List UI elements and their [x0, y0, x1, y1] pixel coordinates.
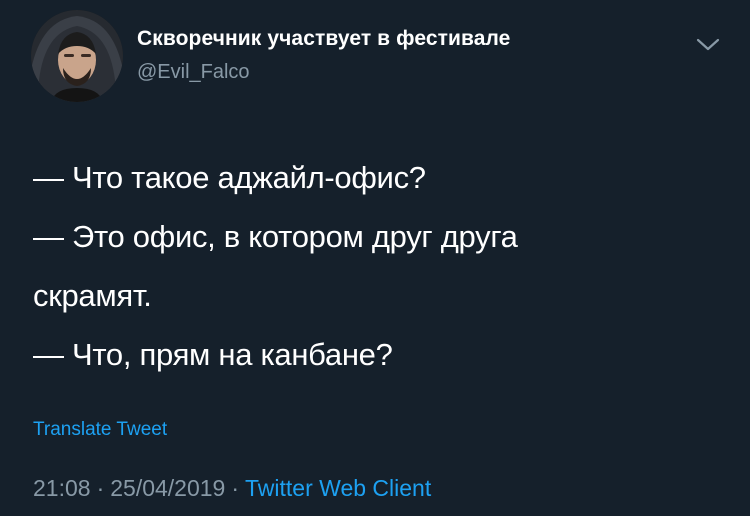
- display-name[interactable]: Скворечник участвует в фестивале: [137, 27, 510, 51]
- tweet-text: — Что такое аджайл-офис? — Это офис, в к…: [33, 148, 723, 384]
- tweet-meta: 21:08 · 25/04/2019 · Twitter Web Client: [33, 475, 431, 502]
- chevron-down-icon[interactable]: [694, 32, 722, 56]
- meta-separator: ·: [231, 475, 240, 501]
- tweet-text-line: — Что такое аджайл-офис?: [33, 160, 426, 195]
- tweet-source-link[interactable]: Twitter Web Client: [245, 475, 431, 501]
- tweet-time[interactable]: 21:08: [33, 475, 91, 501]
- avatar-image: [31, 10, 123, 102]
- user-handle[interactable]: @Evil_Falco: [137, 61, 250, 84]
- tweet-text-line: — Это офис, в котором друг друга: [33, 219, 518, 254]
- tweet: Скворечник участвует в фестивале @Evil_F…: [0, 0, 750, 516]
- avatar[interactable]: [31, 10, 123, 102]
- meta-separator: ·: [96, 475, 105, 501]
- tweet-date[interactable]: 25/04/2019: [110, 475, 225, 501]
- tweet-text-line: — Что, прям на канбане?: [33, 337, 393, 372]
- tweet-text-line: скрамят.: [33, 278, 152, 313]
- translate-tweet-link[interactable]: Translate Tweet: [33, 419, 167, 441]
